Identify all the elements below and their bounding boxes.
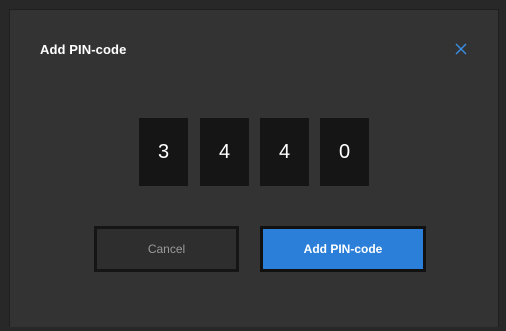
add-pin-button[interactable]: Add PIN-code: [260, 226, 426, 272]
add-pin-button-label: Add PIN-code: [303, 242, 383, 256]
cancel-button[interactable]: Cancel: [94, 226, 239, 272]
dialog-title: Add PIN-code: [40, 42, 127, 57]
cancel-button-label: Cancel: [147, 242, 186, 256]
pin-digit-1[interactable]: 3: [139, 118, 188, 186]
close-icon[interactable]: [452, 40, 470, 58]
pin-digit-4[interactable]: 0: [320, 118, 369, 186]
add-pin-dialog: Add PIN-code 3 4 4 0 Cancel Add PIN-code: [9, 9, 499, 327]
pin-digit-3[interactable]: 4: [260, 118, 309, 186]
pin-digit-2[interactable]: 4: [200, 118, 249, 186]
